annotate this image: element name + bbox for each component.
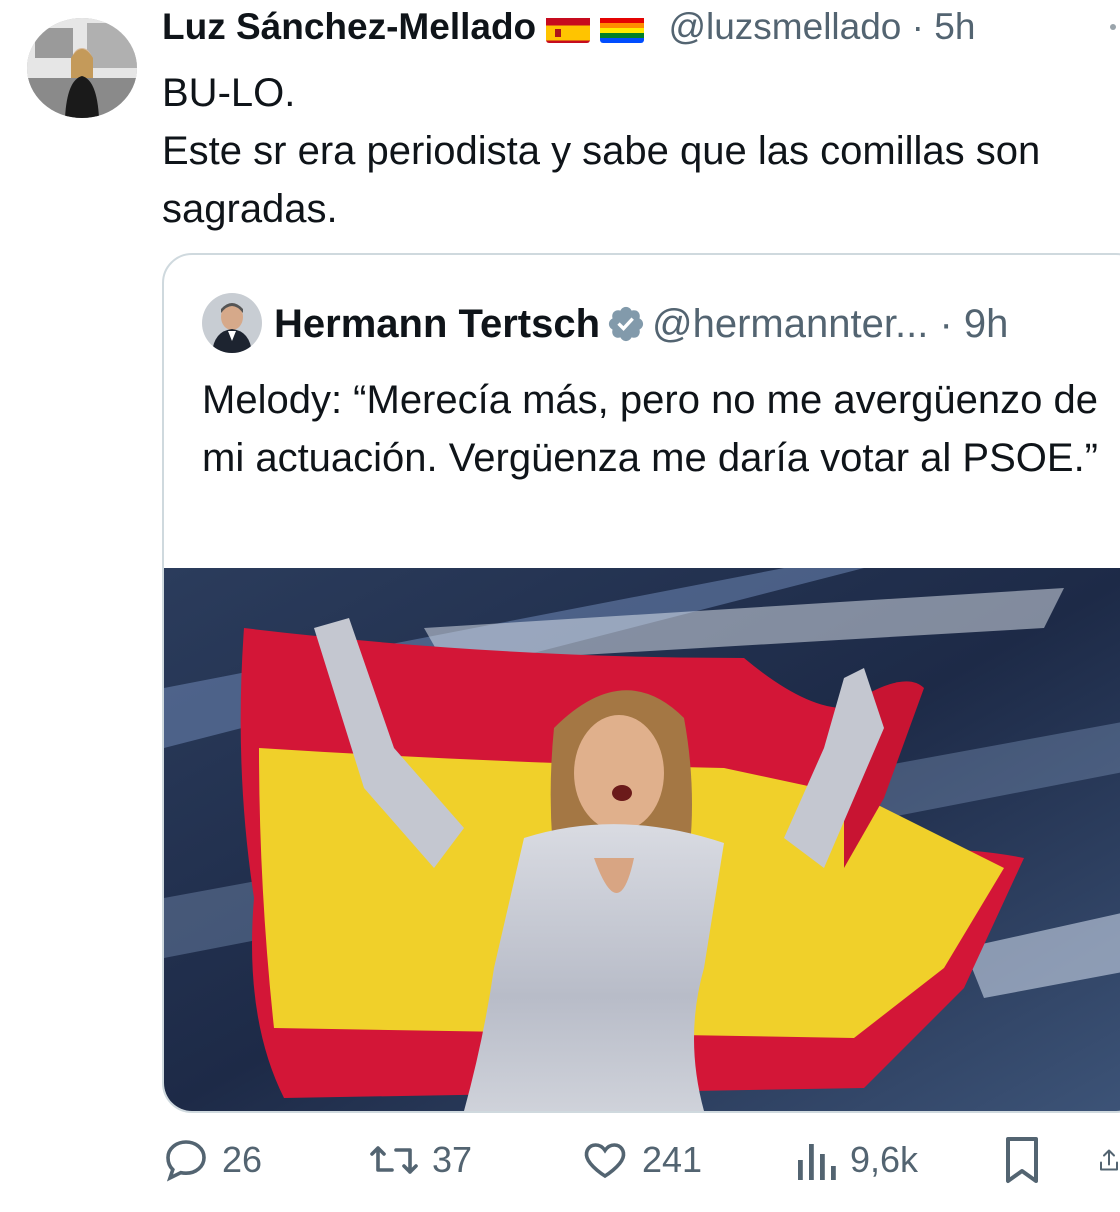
author-name[interactable]: Luz Sánchez-Mellado xyxy=(162,6,536,47)
quoted-tweet[interactable]: Hermann Tertsch @hermannter... · 9h Melod… xyxy=(162,253,1120,1113)
tweet-header: Luz Sánchez-Mellado @luzsmellado · 5h xyxy=(162,4,975,50)
author-avatar[interactable] xyxy=(27,18,137,118)
share-icon xyxy=(1100,1149,1118,1171)
bookmark-button[interactable] xyxy=(1000,1130,1044,1190)
bookmark-icon xyxy=(1006,1137,1038,1183)
tweet-text: BU-LO. Este sr era periodista y sabe que… xyxy=(162,64,1120,238)
like-count: 241 xyxy=(642,1139,703,1180)
share-button[interactable] xyxy=(1098,1130,1120,1190)
quoted-author-name[interactable]: Hermann Tertsch xyxy=(274,302,600,346)
tweet-time[interactable]: · 5h xyxy=(912,6,976,47)
quoted-avatar[interactable] xyxy=(202,293,262,353)
quoted-tweet-time[interactable]: · 9h xyxy=(939,302,1008,346)
repost-button[interactable]: 37 xyxy=(368,1130,472,1190)
views-button[interactable]: 9,6k xyxy=(794,1130,918,1190)
repost-count: 37 xyxy=(432,1139,473,1180)
reply-count: 26 xyxy=(222,1139,263,1180)
more-options-icon[interactable] xyxy=(1110,24,1116,30)
repost-icon xyxy=(370,1146,418,1174)
reply-icon xyxy=(166,1140,206,1182)
quoted-tweet-image[interactable] xyxy=(164,568,1120,1111)
quoted-author-handle[interactable]: @hermannter... xyxy=(652,302,928,346)
tweet-line: BU-LO. xyxy=(162,71,296,115)
analytics-icon xyxy=(798,1144,836,1180)
rainbow-flag-icon xyxy=(600,13,645,43)
reply-button[interactable]: 26 xyxy=(162,1130,262,1190)
action-bar: 26 37 241 9,6k xyxy=(0,1130,1120,1190)
verified-badge-icon xyxy=(606,304,646,344)
like-button[interactable]: 241 xyxy=(580,1130,702,1190)
quoted-header: Hermann Tertsch @hermannter... · 9h xyxy=(274,299,1008,349)
spain-flag-icon xyxy=(546,13,591,43)
tweet-line: Este sr era periodista y sabe que las co… xyxy=(162,129,1041,231)
views-count: 9,6k xyxy=(850,1139,919,1180)
author-handle[interactable]: @luzsmellado xyxy=(668,6,901,47)
heart-icon xyxy=(584,1143,626,1179)
quoted-tweet-text: Melody: “Merecía más, pero no me avergüe… xyxy=(202,378,1098,480)
